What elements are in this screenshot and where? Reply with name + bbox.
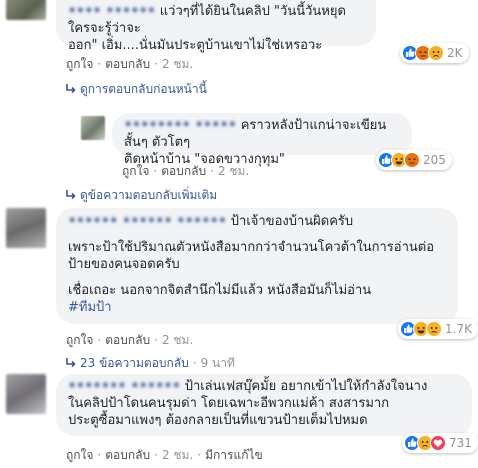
view-more-replies-label: ดูข้อความตอบกลับเพิ่มเติม xyxy=(80,188,218,202)
reply-bubble: •••••••• ••••• คราวหลังป้าแกน่าจะเขียนสั… xyxy=(112,113,412,167)
reply-arrow-icon xyxy=(66,190,76,200)
avatar[interactable] xyxy=(6,0,46,20)
replies-time: 9 นาที xyxy=(200,356,235,370)
reply-arrow-icon xyxy=(66,358,76,368)
reply-link[interactable]: ตอบกลับ xyxy=(105,333,150,347)
comment-text-line-2: เพราะป้าใช้ปริมาณตัวหนังสือมากกว่าจำนวนโ… xyxy=(68,240,435,255)
commenter-name[interactable]: •••••• •••••• •••••• xyxy=(68,213,227,230)
love-icon xyxy=(430,435,446,451)
comment-time[interactable]: 2 ชม. xyxy=(162,448,193,462)
reply-link[interactable]: ตอบกลับ xyxy=(161,164,206,178)
reaction-count: 2K xyxy=(447,46,463,60)
comment-time[interactable]: 2 ชม. xyxy=(162,57,193,71)
reply-actions: ถูกใจ · ตอบกลับ · 2 ชม. xyxy=(122,164,250,178)
reaction-summary[interactable]: 1.7K xyxy=(398,319,478,339)
comment-time[interactable]: 2 ชม. xyxy=(218,164,249,178)
edited-label[interactable]: มีการแก้ไข xyxy=(205,448,263,462)
avatar[interactable] xyxy=(6,208,46,248)
comment-text-line-2: ในคลิปป้าโดนคนรุมด่า โดยเฉพาะอีพวกแม่ค้า… xyxy=(68,396,390,411)
view-previous-replies-label: ดูการตอบกลับก่อนหน้านี้ xyxy=(80,82,207,96)
comment-bubble: ••••••• •••••• ป้าเล่นเฟสบุ๊คมั้ย อยากเข… xyxy=(56,374,472,436)
commenter-name[interactable]: •••• •••••• xyxy=(68,3,156,20)
replies-count: 23 ข้อความตอบกลับ xyxy=(80,356,189,370)
like-link[interactable]: ถูกใจ xyxy=(66,333,93,347)
comment-text-line-1: ป้าเจ้าของบ้านผิดครับ xyxy=(230,214,354,229)
view-replies[interactable]: 23 ข้อความตอบกลับ · 9 นาที xyxy=(66,354,235,373)
sad-icon xyxy=(426,321,442,337)
commenter-name[interactable]: ••••••• •••••• xyxy=(68,378,181,395)
comment-actions: ถูกใจ · ตอบกลับ · 2 ชม. xyxy=(66,57,194,71)
comment-text-line-4: เชื่อเถอะ นอกจากจิตสำนึกไม่มีแล้ว หนังสื… xyxy=(68,283,372,298)
comment-actions: ถูกใจ · ตอบกลับ · 2 ชม. xyxy=(66,333,194,347)
view-previous-replies[interactable]: ดูการตอบกลับก่อนหน้านี้ xyxy=(66,80,207,99)
reaction-summary[interactable]: 731 xyxy=(402,433,478,453)
commenter-name[interactable]: •••••••• ••••• xyxy=(124,117,237,134)
reaction-count: 1.7K xyxy=(445,322,472,336)
reaction-count: 731 xyxy=(449,436,472,450)
avatar[interactable] xyxy=(6,374,46,414)
comment-text-line-3: ประตูซื้อมาแพงๆ ต้องกลายเป็นที่แขวนป้ายเ… xyxy=(68,413,368,428)
like-link[interactable]: ถูกใจ xyxy=(66,57,93,71)
reaction-summary[interactable]: 2K xyxy=(400,43,469,63)
reply-link[interactable]: ตอบกลับ xyxy=(105,448,150,462)
reply-arrow-icon xyxy=(66,84,76,94)
reaction-count: 205 xyxy=(423,153,446,167)
hashtag-link[interactable]: #ทีมป้า xyxy=(68,299,446,316)
like-link[interactable]: ถูกใจ xyxy=(66,448,93,462)
comment-text-line-1: ป้าเล่นเฟสบุ๊คมั้ย อยากเข้าไปให้กำลังใจน… xyxy=(184,379,428,394)
comment-text-line-3: ป้ายของคนจอดครับ xyxy=(68,257,180,272)
comment-bubble: •••• •••••• แว่วๆที่ได้ยินในคลิป "วันนี้… xyxy=(56,0,376,53)
comment-actions: ถูกใจ · ตอบกลับ · 2 ชม. · มีการแก้ไข xyxy=(66,448,263,462)
sad-icon xyxy=(428,45,444,61)
reply-link[interactable]: ตอบกลับ xyxy=(105,57,150,71)
like-link[interactable]: ถูกใจ xyxy=(122,164,149,178)
comment-bubble: •••••• •••••• •••••• ป้าเจ้าของบ้านผิดคร… xyxy=(56,208,458,324)
comment-time[interactable]: 2 ชม. xyxy=(162,333,193,347)
reaction-summary[interactable]: 205 xyxy=(376,150,452,170)
comment-text-continued: ออก" เอิ่ม....นั่นมันประตูบ้านเขาไม่ใช่เ… xyxy=(68,38,323,53)
view-more-replies[interactable]: ดูข้อความตอบกลับเพิ่มเติม xyxy=(66,186,217,205)
angry-icon xyxy=(404,152,420,168)
avatar[interactable] xyxy=(81,116,105,140)
